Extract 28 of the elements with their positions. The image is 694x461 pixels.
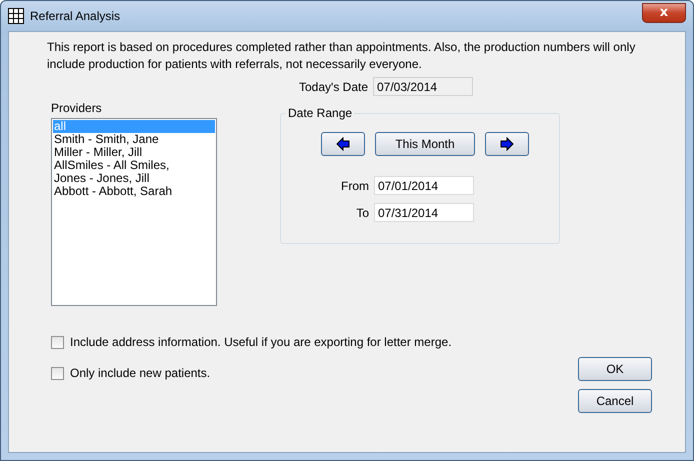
arrow-left-icon <box>336 137 350 151</box>
option-label: Only include new patients. <box>70 366 210 380</box>
checkbox[interactable] <box>51 336 64 348</box>
checkbox[interactable] <box>51 366 64 380</box>
next-button[interactable] <box>485 132 529 156</box>
provider-item[interactable]: Abbott - Abbott, Sarah <box>53 185 215 198</box>
to-label: To <box>355 206 369 220</box>
provider-item[interactable]: Miller - Miller, Jill <box>53 146 215 159</box>
window-title: Referral Analysis <box>30 9 120 23</box>
provider-item[interactable]: AllSmiles - All Smiles, <box>53 159 215 172</box>
providers-label: Providers <box>51 101 103 115</box>
option-label: Include address information. Useful if you are exporting for letter merge. <box>70 335 452 349</box>
provider-item[interactable]: Smith - Smith, Jane <box>53 133 215 146</box>
ok-button[interactable]: OK <box>578 357 652 381</box>
previous-button[interactable] <box>321 132 365 156</box>
cancel-button[interactable]: Cancel <box>578 389 652 413</box>
to-date-field[interactable]: 07/31/2014 <box>374 203 474 222</box>
provider-item[interactable]: Jones - Jones, Jill <box>53 172 215 185</box>
arrow-right-icon <box>500 137 514 151</box>
date-range-label: Date Range <box>287 106 354 120</box>
from-date-field[interactable]: 07/01/2014 <box>374 176 474 195</box>
from-label: From <box>340 178 369 192</box>
this-month-button[interactable]: This Month <box>375 132 475 156</box>
todays-date-field[interactable]: 07/03/2014 <box>373 77 473 96</box>
description-text: This report is based on procedures completed rather than appointments. Also, the production numbers will only include production for patients with referrals, not necessarily everyone. <box>47 39 636 73</box>
close-button[interactable]: x <box>642 3 686 23</box>
grid-icon <box>8 8 24 24</box>
todays-date-label: Today's Date <box>298 80 368 94</box>
